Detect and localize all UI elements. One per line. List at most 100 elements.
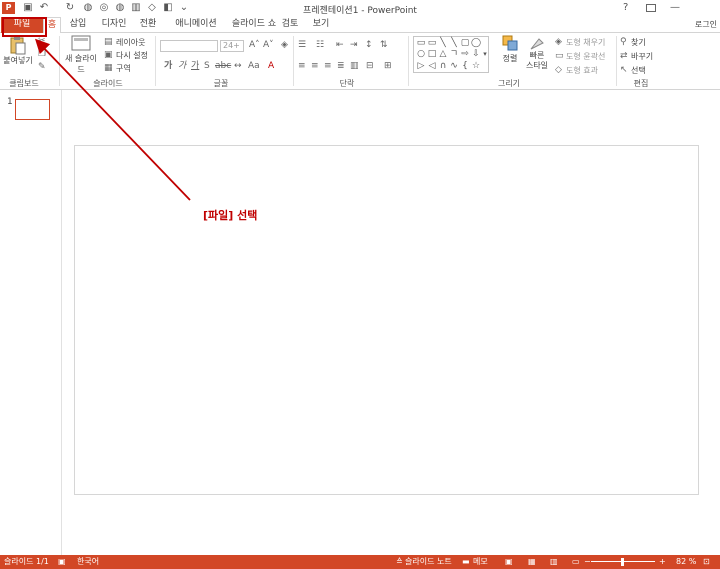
rounded-rect-shape-icon[interactable]: ▢ xyxy=(460,38,470,48)
spellcheck-icon[interactable]: ▣ xyxy=(58,555,66,569)
align-text-icon[interactable]: ⊟ xyxy=(366,61,374,71)
new-slide-button[interactable]: 새 슬라이드 xyxy=(62,35,100,75)
smartart-icon[interactable]: ⊞ xyxy=(384,61,392,71)
shadow-icon[interactable]: S xyxy=(204,61,210,71)
bold-icon[interactable]: 가 xyxy=(164,61,172,71)
reset-button[interactable]: 다시 설정 xyxy=(116,50,148,61)
slide-thumbnail[interactable] xyxy=(15,99,50,120)
brace-shape-icon[interactable]: { xyxy=(460,61,470,71)
slide-sorter-icon[interactable]: ▦ xyxy=(528,555,536,569)
change-case-icon[interactable]: Aa xyxy=(248,61,260,71)
rectangle-shape-icon[interactable]: ▭ xyxy=(416,38,426,48)
star-shape-icon[interactable]: ☆ xyxy=(471,61,481,71)
align-left-icon[interactable]: ≡ xyxy=(298,61,306,71)
fit-to-window-icon[interactable]: ⊡ xyxy=(703,555,710,569)
annotation-text: [파일] 선택 xyxy=(203,209,258,222)
grow-font-icon[interactable]: A˄ xyxy=(249,40,260,50)
triangle-shape-icon[interactable]: ◁ xyxy=(427,61,437,71)
cut-icon[interactable]: ✂ xyxy=(38,36,46,46)
arrange-label: 정렬 xyxy=(502,54,518,63)
tab-animations[interactable]: 애니메이션 xyxy=(168,17,224,33)
align-right-icon[interactable]: ≡ xyxy=(324,61,332,71)
connector-shape-icon[interactable]: ㄱ xyxy=(449,49,459,59)
line-shape-icon[interactable]: ╲ xyxy=(449,38,459,48)
normal-view-icon[interactable]: ▣ xyxy=(505,555,513,569)
arrange-button[interactable]: 정렬 xyxy=(496,35,524,64)
format-painter-icon[interactable]: ✎ xyxy=(38,62,46,72)
zoom-out-button[interactable]: − xyxy=(584,555,591,569)
shape-effects-button[interactable]: 도형 효과 xyxy=(566,65,598,76)
language-indicator[interactable]: 한국어 xyxy=(77,555,99,569)
find-button[interactable]: 찾기 xyxy=(631,37,646,48)
oval-shape-icon[interactable]: ◯ xyxy=(471,38,481,48)
reading-view-icon[interactable]: ▥ xyxy=(550,555,558,569)
freeform-shape-icon[interactable]: ∿ xyxy=(449,61,459,71)
quick-styles-label: 빠른 스타일 xyxy=(525,51,549,70)
tab-review[interactable]: 검토 xyxy=(279,17,301,33)
line-shape-icon[interactable]: ╲ xyxy=(438,38,448,48)
replace-button[interactable]: 바꾸기 xyxy=(631,51,653,62)
ribbon-display-icon[interactable] xyxy=(646,4,656,12)
clear-format-icon[interactable]: ◈ xyxy=(281,40,288,50)
shape-outline-button[interactable]: 도형 윤곽선 xyxy=(566,51,605,62)
tab-design[interactable]: 디자인 xyxy=(98,17,130,33)
font-name-combo[interactable] xyxy=(160,40,218,52)
copy-icon[interactable]: ❐ xyxy=(38,49,46,59)
right-arrow-shape-icon[interactable]: ⇨ xyxy=(460,49,470,59)
align-center-icon[interactable]: ≡ xyxy=(311,61,319,71)
gallery-more-icon[interactable]: ▾ xyxy=(480,49,490,59)
decrease-indent-icon[interactable]: ⇤ xyxy=(336,40,344,50)
zoom-slider-thumb[interactable] xyxy=(621,558,624,566)
rectangle-shape-icon[interactable]: ▭ xyxy=(427,38,437,48)
new-slide-icon xyxy=(71,35,91,51)
layout-button[interactable]: 레이아웃 xyxy=(116,37,145,48)
slideshow-view-icon[interactable]: ▭ xyxy=(572,555,580,569)
tab-transitions[interactable]: 전환 xyxy=(137,17,159,33)
tab-insert[interactable]: 삽입 xyxy=(66,17,90,33)
notes-button[interactable]: 슬라이드 노트 xyxy=(405,555,452,569)
minimize-icon[interactable]: — xyxy=(670,2,680,13)
shapes-gallery[interactable]: ▭ ▭ ╲ ╲ ▢ ◯ ○ □ △ ㄱ ⇨ ⇩ ▷ ◁ ∩ ∿ { ☆ ▾ xyxy=(413,36,489,73)
curve-shape-icon[interactable]: ∩ xyxy=(438,61,448,71)
bullets-icon[interactable]: ☰ xyxy=(298,40,306,50)
paste-button[interactable]: 붙여넣기 xyxy=(2,35,34,66)
zoom-in-button[interactable]: + xyxy=(659,555,666,569)
shape-fill-button[interactable]: 도형 채우기 xyxy=(566,37,605,48)
text-direction-icon[interactable]: ⇅ xyxy=(380,40,388,50)
underline-icon[interactable]: 가 xyxy=(191,61,199,71)
italic-icon[interactable]: 가 xyxy=(178,61,186,71)
columns-icon[interactable]: ▥ xyxy=(350,61,359,71)
slide-canvas[interactable] xyxy=(74,145,699,495)
zoom-level[interactable]: 82 % xyxy=(676,555,696,569)
quick-styles-button[interactable]: 빠른 스타일 xyxy=(525,35,549,71)
divider xyxy=(59,36,60,86)
help-icon[interactable]: ? xyxy=(623,2,628,13)
shrink-font-icon[interactable]: A˅ xyxy=(263,40,274,50)
ribbon-tabs: 파일 홈 삽입 디자인 전환 애니메이션 슬라이드 쇼 검토 보기 로그인 xyxy=(0,17,720,33)
line-spacing-icon[interactable]: ↕ xyxy=(365,40,373,50)
comments-icon: ▬ xyxy=(462,557,470,566)
divider xyxy=(293,36,294,86)
numbering-icon[interactable]: ☷ xyxy=(316,40,324,50)
rect-shape-icon[interactable]: □ xyxy=(427,49,437,59)
tab-slideshow[interactable]: 슬라이드 쇼 xyxy=(228,17,280,33)
comments-button[interactable]: 메모 xyxy=(473,555,488,569)
font-color-icon[interactable]: A xyxy=(268,61,274,71)
section-button[interactable]: 구역 xyxy=(116,63,131,74)
font-size-combo[interactable]: 24+ xyxy=(220,40,244,52)
tab-view[interactable]: 보기 xyxy=(310,17,332,33)
strikethrough-icon[interactable]: abc xyxy=(215,61,231,71)
font-group-label: 글꼴 xyxy=(213,79,229,88)
select-button[interactable]: 선택 xyxy=(631,65,646,76)
char-spacing-icon[interactable]: ↔ xyxy=(234,61,242,71)
oval-shape-icon[interactable]: ○ xyxy=(416,49,426,59)
find-icon: ⚲ xyxy=(620,37,627,47)
login-link[interactable]: 로그인 xyxy=(695,17,717,32)
title-bar: P ▣ ↶ ↻ ◍ ◎ ◍ ▥ ◇ ◧ ⌄ 프레젠테이션1 - PowerPoi… xyxy=(0,0,720,17)
triangle-shape-icon[interactable]: △ xyxy=(438,49,448,59)
justify-icon[interactable]: ≣ xyxy=(337,61,345,71)
increase-indent-icon[interactable]: ⇥ xyxy=(350,40,358,50)
paragraph-group-label: 단락 xyxy=(339,79,355,88)
editing-group-label: 편집 xyxy=(633,79,649,88)
triangle-shape-icon[interactable]: ▷ xyxy=(416,61,426,71)
